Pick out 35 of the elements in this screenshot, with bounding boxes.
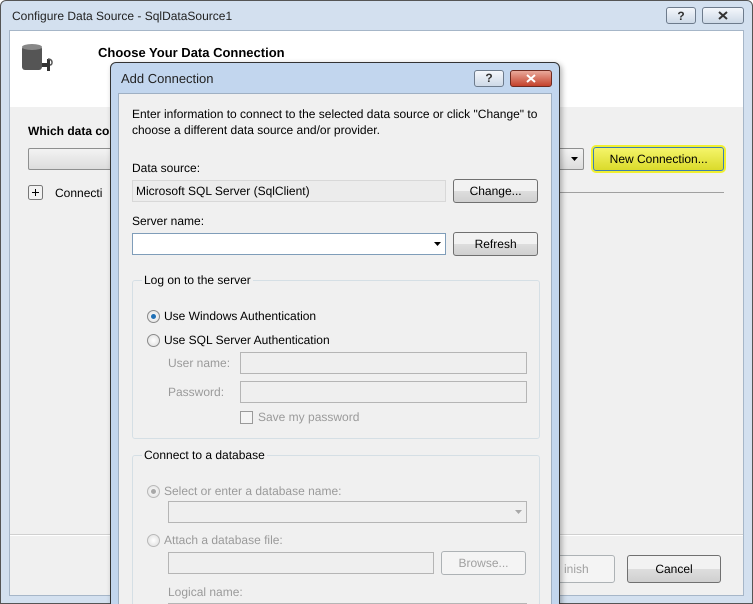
close-button[interactable] [510, 70, 552, 86]
field-label: Password: [168, 385, 226, 399]
new-connection-button[interactable]: New Connection... [593, 147, 724, 171]
wizard-button[interactable]: Cancel [627, 555, 721, 583]
dialog-title: Add Connection [121, 70, 215, 86]
data-source-field: Microsoft SQL Server (SqlClient) [132, 180, 446, 202]
refresh-button[interactable]: Refresh [453, 232, 538, 256]
input-field[interactable] [240, 381, 527, 403]
group-title: Log on to the server [143, 273, 252, 287]
instructions-text: Enter information to connect to the selected data source or click "Change" to choose a different data source and/or provider. [132, 106, 538, 138]
field-label: Logical name: [168, 585, 243, 599]
close-icon [526, 74, 536, 82]
field-label: User name: [168, 356, 232, 370]
input-field[interactable] [240, 352, 527, 374]
close-button[interactable] [702, 7, 744, 24]
dropdown-arrow-icon [571, 157, 578, 161]
radio-button[interactable]: Use Windows Authentication [147, 309, 316, 323]
page-heading: Choose Your Data Connection [98, 45, 285, 60]
close-icon [718, 11, 728, 20]
radio-button[interactable]: Use SQL Server Authentication [147, 333, 330, 347]
field-label: Server name: [132, 214, 206, 228]
database-dropdown[interactable] [168, 501, 527, 523]
database-file-field[interactable] [168, 552, 434, 574]
expand-icon[interactable] [28, 185, 43, 200]
connection-string-label: Connecti [55, 186, 102, 200]
dropdown-arrow-icon [434, 242, 442, 246]
field-label: Data source: [132, 161, 202, 175]
help-button[interactable]: ? [666, 7, 696, 24]
server-name-field[interactable] [132, 233, 446, 255]
connection-prompt: Which data co [28, 124, 110, 138]
help-button[interactable]: ? [474, 70, 504, 86]
change-button[interactable]: Change... [453, 179, 538, 203]
group-title: Connect to a database [143, 448, 266, 462]
dropdown-arrow-icon [515, 510, 522, 514]
window-title: Configure Data Source - SqlDataSource1 [12, 8, 234, 22]
